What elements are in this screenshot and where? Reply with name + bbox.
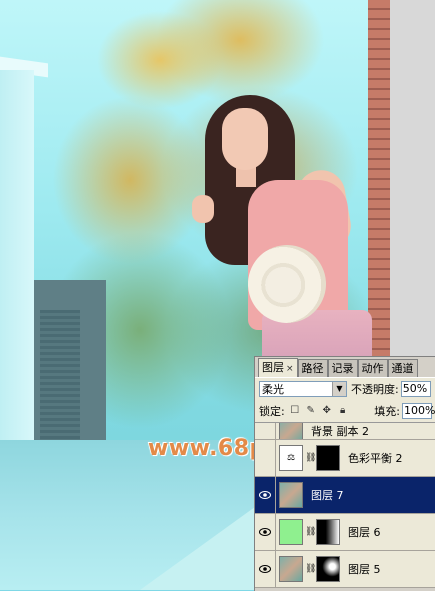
fill-label: 填充: bbox=[374, 405, 400, 418]
layer-name: 图层 6 bbox=[348, 526, 381, 539]
layer-name: 背景 副本 2 bbox=[311, 425, 369, 438]
lock-pixels-brush-icon[interactable]: ✎ bbox=[305, 405, 317, 417]
lock-all-padlock-icon[interactable]: 🔒︎ bbox=[337, 405, 349, 417]
tab-paths-label: 路径 bbox=[301, 362, 324, 375]
layer-name: 图层 7 bbox=[311, 489, 344, 502]
tab-actions-label: 动作 bbox=[361, 362, 384, 375]
mask-thumbnail bbox=[316, 445, 340, 471]
layer-thumbnail bbox=[279, 482, 303, 508]
mask-thumbnail bbox=[316, 556, 340, 582]
lock-fill-row: 锁定: ☐ ✎ ✥ 🔒︎ 填充: 100% bbox=[255, 400, 435, 423]
mask-thumbnail bbox=[316, 519, 340, 545]
fill-input[interactable]: 100% bbox=[402, 403, 435, 419]
blend-mode-value: 柔光 bbox=[262, 383, 284, 396]
layer-row-selected[interactable]: 图层 7 bbox=[255, 477, 435, 514]
layer-row[interactable]: ⚖ ⛓ 色彩平衡 2 bbox=[255, 440, 435, 477]
layer-name: 色彩平衡 2 bbox=[348, 452, 403, 465]
eye-icon[interactable] bbox=[255, 514, 276, 550]
tab-history[interactable]: 记录 bbox=[327, 359, 358, 377]
link-chain-icon: ⛓ bbox=[305, 564, 317, 574]
layer-thumbnail bbox=[279, 423, 303, 439]
close-icon[interactable]: × bbox=[286, 364, 294, 374]
tab-actions[interactable]: 动作 bbox=[357, 359, 388, 377]
link-chain-icon: ⛓ bbox=[305, 453, 317, 463]
layer-row[interactable]: ⛓ 图层 5 bbox=[255, 551, 435, 588]
link-chain-icon: ⛓ bbox=[305, 527, 317, 537]
tab-history-label: 记录 bbox=[331, 362, 354, 375]
layer-row[interactable]: ⛓ 图层 6 bbox=[255, 514, 435, 551]
panel-tabs: 图层 × 路径 记录 动作 通道 bbox=[255, 357, 435, 377]
layer-name: 图层 5 bbox=[348, 563, 381, 576]
layer-thumbnail bbox=[279, 519, 303, 545]
adjustment-icon: ⚖ bbox=[279, 445, 303, 471]
blend-mode-select[interactable]: 柔光 ▼ bbox=[259, 381, 347, 397]
eye-icon[interactable] bbox=[255, 477, 276, 513]
tab-channels-label: 通道 bbox=[391, 362, 414, 375]
brick-wall bbox=[368, 0, 390, 360]
lock-transparency-icon[interactable]: ☐ bbox=[289, 405, 301, 417]
tab-layers-label: 图层 bbox=[262, 361, 284, 374]
girl-hand bbox=[192, 195, 214, 223]
lock-label: 锁定: bbox=[259, 405, 285, 418]
layers-panel: 图层 × 路径 记录 动作 通道 柔光 ▼ 不透明度: 50% 锁定: ☐ ✎ ✥… bbox=[254, 356, 435, 591]
lock-position-move-icon[interactable]: ✥ bbox=[321, 405, 333, 417]
chevron-down-icon[interactable]: ▼ bbox=[332, 382, 346, 396]
visibility-toggle[interactable] bbox=[255, 423, 276, 439]
layer-thumbnail bbox=[279, 556, 303, 582]
garage-door bbox=[40, 310, 80, 450]
house-wall bbox=[0, 70, 34, 450]
tab-paths[interactable]: 路径 bbox=[297, 359, 328, 377]
tab-layers[interactable]: 图层 × bbox=[258, 358, 298, 377]
girl-face bbox=[222, 108, 268, 170]
eye-icon[interactable] bbox=[255, 551, 276, 587]
tab-channels[interactable]: 通道 bbox=[387, 359, 418, 377]
opacity-input[interactable]: 50% bbox=[400, 381, 431, 397]
visibility-toggle[interactable] bbox=[255, 440, 276, 476]
layer-row[interactable]: 背景 副本 2 bbox=[255, 423, 435, 440]
opacity-label: 不透明度: bbox=[351, 383, 399, 396]
workspace-background bbox=[390, 0, 435, 360]
blend-opacity-row: 柔光 ▼ 不透明度: 50% bbox=[255, 377, 435, 400]
